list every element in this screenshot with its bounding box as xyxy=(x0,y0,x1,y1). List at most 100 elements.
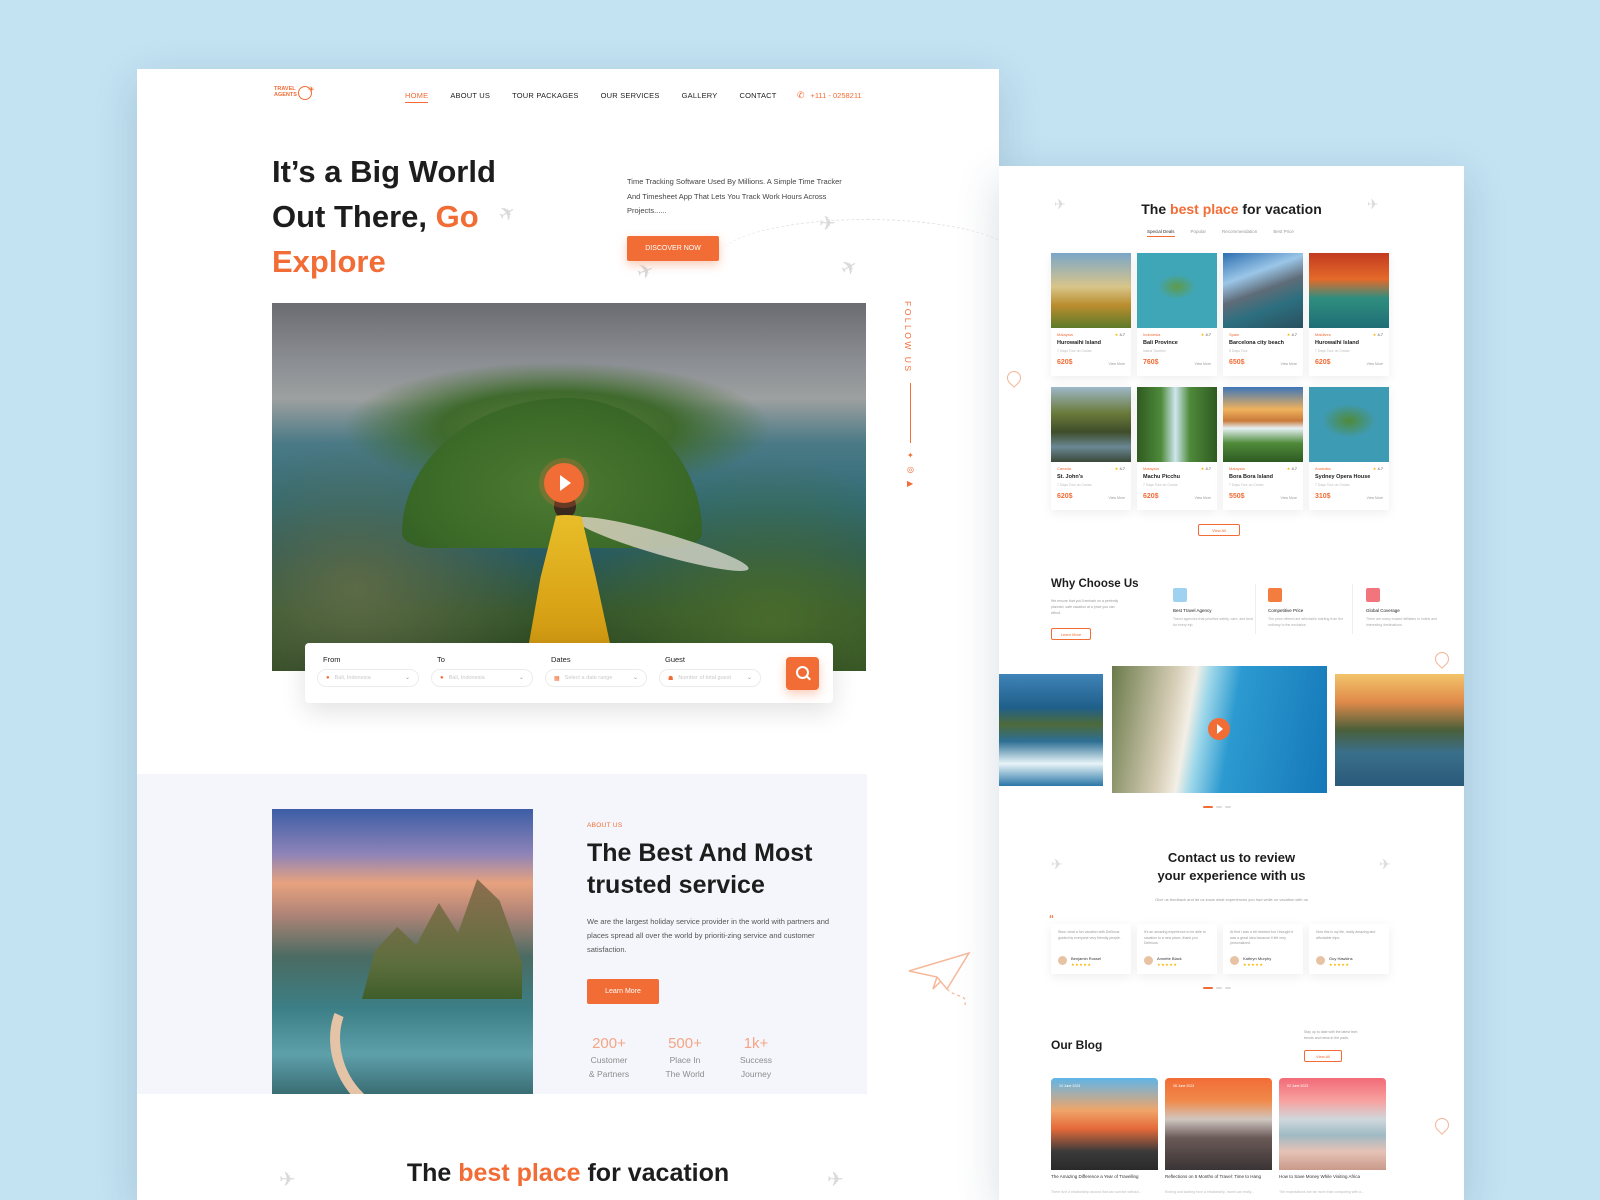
avatar xyxy=(1144,956,1153,965)
play-video-button[interactable] xyxy=(1208,718,1230,740)
reviewer-name: Benjamin Russel xyxy=(1071,956,1102,961)
gallery-video-thumbnail[interactable] xyxy=(1112,666,1327,793)
guest-input[interactable]: ☗ Number of total guest ⌄ xyxy=(659,669,761,687)
top-nav: TRAVEL AGENTS ✈ HOME ABOUT US TOUR PACKA… xyxy=(137,79,999,111)
tab-recommendation[interactable]: Recommendation xyxy=(1222,229,1257,237)
card-rating: 4.7 xyxy=(1373,332,1383,337)
feature-description: The price offered are affordable startin… xyxy=(1268,617,1344,627)
destination-card[interactable]: Indonesia 4.7 Bali Province Island Touri… xyxy=(1137,253,1217,376)
dates-input[interactable]: ▦ Select a date range ⌄ xyxy=(545,669,647,687)
from-input[interactable]: ● Bali, Indonesia ⌄ xyxy=(317,669,419,687)
agency-icon xyxy=(1173,588,1187,602)
twitter-icon[interactable]: ✦ xyxy=(907,452,915,460)
nav-about-us[interactable]: ABOUT US xyxy=(450,91,490,103)
title-part: The xyxy=(406,1159,452,1187)
nav-home[interactable]: HOME xyxy=(405,91,429,103)
search-button[interactable] xyxy=(786,657,819,690)
blog-card[interactable]: 10 June 2023 The Amazing Difference a Ye… xyxy=(1051,1078,1158,1200)
blog-card[interactable]: 02 June 2023 How to Save Money While Vis… xyxy=(1279,1078,1386,1200)
nav-contact[interactable]: CONTACT xyxy=(739,91,776,103)
trip-search-box: From ● Bali, Indonesia ⌄ To ● Bali, Indones… xyxy=(305,643,833,703)
why-choose-us-description: We ensure that you'll embark on a perfec… xyxy=(1051,599,1119,615)
blog-image: 02 June 2023 xyxy=(1279,1078,1386,1170)
feature-title: Best Travel Agency xyxy=(1173,608,1212,613)
card-view-more-link[interactable]: View More xyxy=(1367,362,1383,366)
card-view-more-link[interactable]: View More xyxy=(1195,496,1211,500)
learn-more-button[interactable]: Learn More xyxy=(587,979,659,1004)
chevron-down-icon: ⌄ xyxy=(632,675,638,681)
destination-card[interactable]: Malaysia 4.7 Hurowaihi Island 7 Days Tou… xyxy=(1051,253,1131,376)
card-subtitle: 7 Days Tour on Cruise xyxy=(1057,483,1092,487)
youtube-icon[interactable]: ▶ xyxy=(907,480,915,488)
card-view-more-link[interactable]: View More xyxy=(1109,362,1125,366)
card-rating: 4.7 xyxy=(1287,332,1297,337)
main-menu: HOME ABOUT US TOUR PACKAGES OUR SERVICES… xyxy=(405,91,799,103)
card-view-more-link[interactable]: View More xyxy=(1109,496,1125,500)
location-pin-icon xyxy=(1432,649,1452,669)
view-all-button[interactable]: View All xyxy=(1198,524,1240,536)
card-rating: 4.7 xyxy=(1115,332,1125,337)
review-card: It's an amazing experience to be able to… xyxy=(1137,924,1217,974)
card-name: Hurowaihi Island xyxy=(1057,340,1102,346)
card-subtitle: 5 Days Tour xyxy=(1229,349,1248,353)
destination-card[interactable]: Australia 4.7 Sydney Opera House 7 Days … xyxy=(1309,387,1389,510)
tab-popular[interactable]: Popular xyxy=(1191,229,1207,237)
title-accent: best place xyxy=(1170,201,1239,217)
from-field: From ● Bali, Indonesia ⌄ xyxy=(317,655,419,687)
feature-title: Global Coverage xyxy=(1366,608,1400,613)
destination-card[interactable]: Malaysia 4.7 Bora Bora Island 7 Days Tou… xyxy=(1223,387,1303,510)
card-view-more-link[interactable]: View More xyxy=(1367,496,1383,500)
blog-card[interactable]: 08 June 2023 Reflections on 5 Months of … xyxy=(1165,1078,1272,1200)
card-location: Malaysia xyxy=(1143,466,1159,471)
blog-post-excerpt: Ending and starting from a relationship,… xyxy=(1165,1190,1255,1194)
blog-post-title: The Amazing Difference a Year of Travell… xyxy=(1051,1174,1139,1179)
card-price: 620$ xyxy=(1057,359,1073,366)
stat-label: Place In xyxy=(669,1055,701,1065)
phone-link[interactable]: ✆ +111 - 0258211 xyxy=(797,90,862,101)
play-video-button[interactable] xyxy=(544,463,584,503)
review-pagination[interactable] xyxy=(1203,987,1231,989)
nav-our-services[interactable]: OUR SERVICES xyxy=(601,91,660,103)
blog-title: Our Blog xyxy=(1051,1038,1103,1052)
guest-icon: ☗ xyxy=(668,675,674,682)
tab-best-price[interactable]: Best Price xyxy=(1273,229,1294,237)
tab-special-deals[interactable]: Special Deals xyxy=(1147,229,1175,237)
gallery-image[interactable] xyxy=(999,674,1103,786)
hero-image xyxy=(272,303,866,671)
review-text: Now this is my life, really amazing and … xyxy=(1316,930,1376,940)
gallery-image[interactable] xyxy=(1335,674,1464,786)
destination-card[interactable]: Maldives 4.7 Hurowaihi Island 7 Days Tou… xyxy=(1309,253,1389,376)
feature-description: Travel agencies that prioritize safety, … xyxy=(1173,617,1253,627)
instagram-icon[interactable]: ◎ xyxy=(907,466,915,474)
stat-places: 500+ Place In The World xyxy=(652,1035,718,1080)
card-view-more-link[interactable]: View More xyxy=(1281,362,1297,366)
about-description: We are the largest holiday service provi… xyxy=(587,917,830,954)
card-image xyxy=(1137,387,1217,462)
why-learn-more-button[interactable]: Learn More xyxy=(1051,628,1091,640)
gallery-pagination[interactable] xyxy=(1203,806,1231,808)
review-text: Wow, what a fun vacation with Delirious … xyxy=(1058,930,1121,940)
stat-number: 1k+ xyxy=(743,1035,769,1052)
card-view-more-link[interactable]: View More xyxy=(1195,362,1211,366)
hero-title-line2: Out There, Go xyxy=(272,194,496,239)
best-place-title: The best place for vacation xyxy=(137,1159,999,1188)
review-text: It's an amazing experience to be able to… xyxy=(1144,930,1206,945)
nav-tour-packages[interactable]: TOUR PACKAGES xyxy=(512,91,579,103)
card-price: 310$ xyxy=(1315,493,1331,500)
nav-gallery[interactable]: GALLERY xyxy=(682,91,718,103)
discover-now-button[interactable]: DISCOVER NOW xyxy=(627,236,719,261)
destination-card[interactable]: Malaysia 4.7 Machu Picchu 7 Days Tour on… xyxy=(1137,387,1217,510)
card-price: 620$ xyxy=(1315,359,1331,366)
logo[interactable]: TRAVEL AGENTS ✈ xyxy=(274,83,322,105)
destination-card[interactable]: Canada 4.7 St. John's 7 Days Tour on Cru… xyxy=(1051,387,1131,510)
to-input[interactable]: ● Bali, Indonesia ⌄ xyxy=(431,669,533,687)
card-view-more-link[interactable]: View More xyxy=(1281,496,1297,500)
globe-icon xyxy=(1366,588,1380,602)
card-price: 620$ xyxy=(1143,493,1159,500)
blog-view-all-button[interactable]: View All xyxy=(1304,1050,1342,1062)
card-rating: 4.7 xyxy=(1287,466,1297,471)
plane-decoration-icon: ✈ xyxy=(633,258,658,286)
blog-description: Stay up to date with the latest tech tre… xyxy=(1304,1030,1358,1040)
destination-card[interactable]: Spain 4.7 Barcelona city beach 5 Days To… xyxy=(1223,253,1303,376)
divider xyxy=(1352,584,1353,634)
